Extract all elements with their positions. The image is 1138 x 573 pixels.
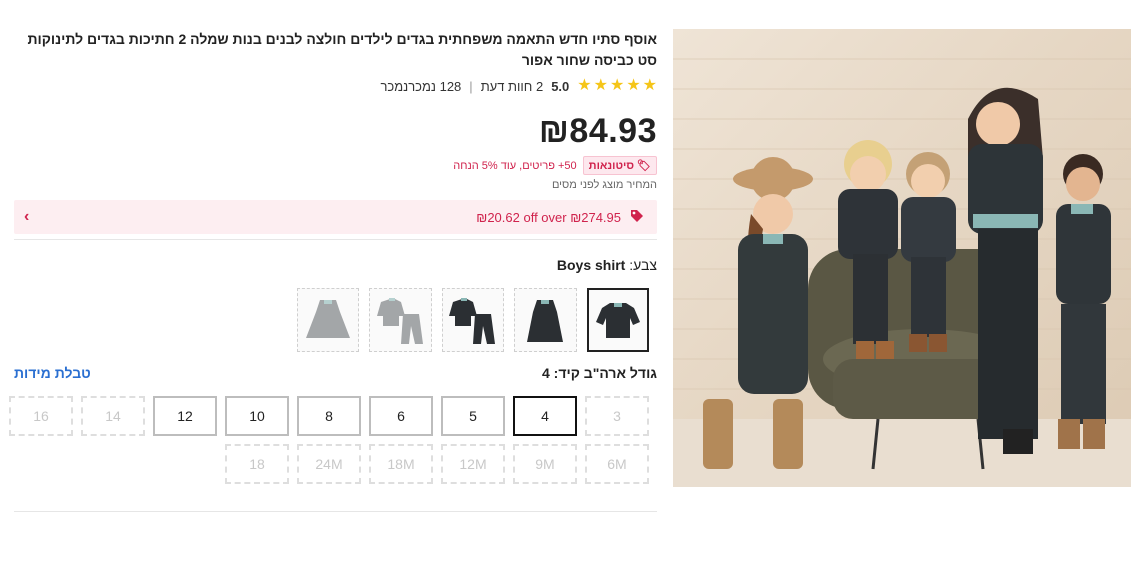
color-selected-value: Boys shirt [556, 257, 626, 273]
star-icon: ★ [626, 77, 641, 94]
size-row-2: 6M 9M 12M 18M 24M 18 [9, 444, 649, 484]
size-chart-link[interactable]: טבלת מידות [14, 365, 91, 381]
rating-row[interactable]: ★ ★ ★ ★ ★ 5.0 2 חוות דעת | 128 נמכרנמכר [14, 78, 657, 94]
color-label: צבע: Boys shirt [557, 257, 657, 273]
product-title: אוסף סתיו חדש התאמה משפחתית בגדים לילדים… [27, 31, 657, 68]
chevron-left-icon: ‹ [24, 208, 30, 225]
grey-set-icon [376, 298, 423, 344]
set-icon [448, 298, 495, 344]
shirt-icon [595, 303, 640, 338]
color-label-text: צבע: [629, 257, 657, 273]
wholesale-row: 🏷 סיטונאות 50+ פריטים, עוד 5% הנחה [14, 156, 657, 175]
size-option-button[interactable]: 12 [153, 396, 217, 436]
swatch-boys-set[interactable] [441, 288, 505, 352]
size-option-button: 18 [225, 444, 289, 484]
product-price: ₪84.93 [538, 112, 657, 150]
size-option-button: 3 [585, 396, 649, 436]
swatch-girls-dress-grey[interactable] [297, 288, 360, 352]
swatch-boys-shirt[interactable] [586, 288, 649, 352]
swatch-girls-set[interactable] [369, 288, 432, 352]
family-photo-illustration [673, 58, 1131, 487]
grey-dress-icon [306, 300, 351, 338]
rating-score: 5.0 [551, 78, 570, 94]
size-label: גודל ארה"ב קיד: 4 [542, 365, 657, 381]
divider [14, 239, 657, 240]
star-icon: ★ [577, 77, 592, 94]
size-option-button: 18M [369, 444, 433, 484]
coupon-text: ₪20.62 off over ₪274.95 [476, 209, 621, 225]
size-option-button: 12M [441, 444, 505, 484]
size-option-button: 9M [513, 444, 577, 484]
wholesale-text: 50+ פריטים, עוד 5% הנחה [453, 159, 577, 172]
size-option-button[interactable]: 10 [225, 396, 289, 436]
star-icon: ★ [593, 77, 608, 94]
coupon-content: ₪20.62 off over ₪274.95 [476, 208, 645, 227]
product-main-image[interactable] [673, 29, 1131, 487]
tag-icon: 🏷 [637, 160, 651, 172]
size-option-button: 6M [585, 444, 649, 484]
separator: | [469, 78, 473, 94]
size-option-button: 24M [297, 444, 361, 484]
size-option-button[interactable]: 8 [297, 396, 361, 436]
wholesale-badge-label: סיטונאות [588, 159, 635, 172]
coupon-tag-icon [629, 208, 645, 227]
tax-note: המחיר מוצג לפני מסים [551, 179, 657, 191]
size-row-1: 3 4 5 6 8 10 12 14 16 [9, 396, 649, 436]
color-swatches [297, 288, 649, 352]
size-options: 3 4 5 6 8 10 12 14 16 6M 9M 12M 18M 24M 18 [9, 396, 649, 492]
wholesale-badge: 🏷 סיטונאות [582, 156, 657, 175]
coupon-banner[interactable]: ₪20.62 off over ₪274.95 ‹ [14, 200, 657, 234]
reviews-count[interactable]: 2 חוות דעת [481, 79, 544, 94]
divider [14, 511, 657, 512]
size-option-button[interactable]: 5 [441, 396, 505, 436]
size-option-button[interactable]: 6 [369, 396, 433, 436]
star-icon: ★ [609, 77, 625, 94]
dress-icon [527, 300, 564, 342]
swatch-girls-dress[interactable] [514, 288, 577, 352]
size-option-button: 14 [81, 396, 145, 436]
product-info: אוסף סתיו חדש התאמה משפחתית בגדים לילדים… [14, 29, 657, 234]
size-option-button: 16 [9, 396, 73, 436]
size-option-button[interactable]: 4 [513, 396, 577, 436]
sold-count: 128 נמכרנמכר [380, 78, 462, 94]
star-icon: ★ [642, 77, 657, 94]
rating-stars: ★ ★ ★ ★ ★ [577, 78, 657, 94]
